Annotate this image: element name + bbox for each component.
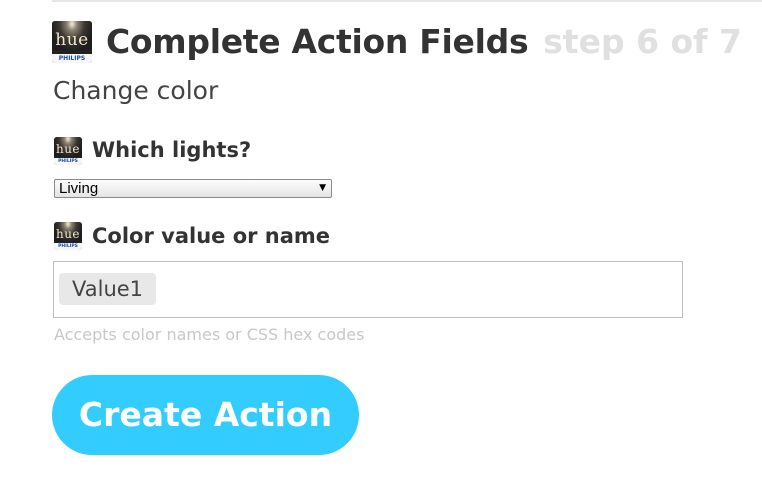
color-value-helper-text: Accepts color names or CSS hex codes: [54, 325, 365, 344]
which-lights-label: Which lights?: [92, 138, 252, 162]
create-action-button[interactable]: Create Action: [52, 375, 359, 455]
dropdown-arrow-icon: ▼: [319, 183, 326, 193]
page-title: Complete Action Fields: [106, 22, 529, 61]
action-name: Change color: [53, 76, 219, 105]
which-lights-selected-value: Living: [59, 180, 99, 197]
which-lights-select[interactable]: Living ▼: [54, 179, 332, 198]
ingredient-pill[interactable]: Value1: [59, 273, 157, 305]
top-divider: [52, 0, 762, 2]
philips-hue-logo-icon: hue PHILIPS: [52, 21, 92, 63]
color-value-input[interactable]: Value1: [53, 261, 683, 318]
philips-hue-logo-icon: hue PHILIPS: [54, 137, 82, 165]
color-value-label: Color value or name: [92, 224, 331, 248]
step-indicator: step 6 of 7: [543, 22, 742, 61]
philips-hue-logo-icon: hue PHILIPS: [54, 222, 82, 250]
